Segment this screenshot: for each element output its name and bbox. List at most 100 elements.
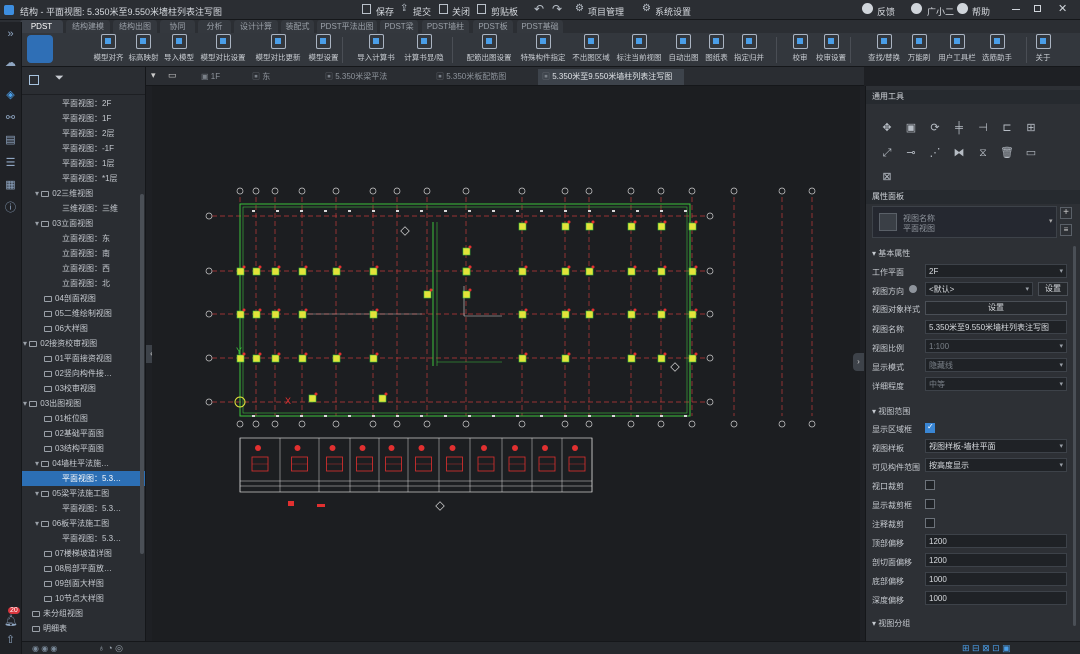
pin-icon[interactable]: ⊠: [880, 171, 894, 183]
tree-item[interactable]: ▾ 03出图视图: [22, 396, 145, 411]
view-template-select[interactable]: 视图样板-墙柱平面 ▾: [925, 439, 1067, 453]
tree-item[interactable]: ▾ 05梁平法施工图: [22, 486, 145, 501]
tree-item[interactable]: 平面视图：2层: [22, 126, 145, 141]
ribbon-button[interactable]: 不出图区域: [571, 34, 611, 66]
ribbon-tab[interactable]: 协同: [160, 20, 195, 33]
ribbon-button[interactable]: 模型设置: [307, 34, 340, 66]
ribbon-button[interactable]: 模型对齐: [92, 34, 125, 66]
system-settings-button[interactable]: 系统设置: [655, 5, 691, 18]
depth-offset-field[interactable]: 1000: [925, 591, 1067, 605]
ribbon-button[interactable]: 查找/替换: [867, 34, 901, 66]
status-snap-icons[interactable]: ⊞ ⊟ ⊠ ⊡ ▣: [962, 643, 1011, 654]
bottom-offset-field[interactable]: 1000: [925, 572, 1067, 586]
tree-item[interactable]: 01桩位图: [22, 411, 145, 426]
document-tab[interactable]: ▣ 东: [248, 69, 316, 85]
submit-icon[interactable]: ⇪: [400, 3, 408, 14]
tree-item[interactable]: 平面视图：5.3…: [22, 471, 145, 486]
work-plane-select[interactable]: 2F ▾: [925, 264, 1067, 278]
annotation-crop-checkbox[interactable]: [925, 518, 935, 528]
add-icon[interactable]: +: [1060, 207, 1072, 219]
tree-item[interactable]: 平面视图：2F: [22, 96, 145, 111]
ribbon-button[interactable]: 导入计算书: [356, 34, 396, 66]
align-icon[interactable]: ╪: [952, 122, 966, 134]
view-direction-settings-button[interactable]: 设置: [1038, 282, 1068, 296]
tree-item[interactable]: 平面视图：1F: [22, 111, 145, 126]
view-direction-select[interactable]: <默认> ▾: [925, 282, 1033, 296]
maximize-icon[interactable]: [1034, 5, 1041, 12]
tree-item[interactable]: 07楼梯坡道详图: [22, 546, 145, 561]
copy-icon[interactable]: ▣: [904, 122, 918, 134]
ribbon-tab[interactable]: 装配式: [281, 20, 314, 33]
object-style-button[interactable]: 设置: [925, 301, 1067, 315]
close-button[interactable]: 关闭: [452, 5, 470, 18]
menu-icon[interactable]: ≡: [1060, 224, 1072, 236]
clipboard-button[interactable]: 剪贴板: [491, 5, 518, 18]
document-tab[interactable]: ▣ 5.350米板配筋图: [432, 69, 534, 85]
system-settings-icon[interactable]: ⚙: [642, 3, 651, 14]
tree-item[interactable]: 09剖面大样图: [22, 576, 145, 591]
tree-item[interactable]: 平面视图：*1层: [22, 171, 145, 186]
section-basic[interactable]: ▾ 基本属性: [872, 248, 910, 259]
tree-item[interactable]: ▾ 06板平法施工图: [22, 516, 145, 531]
tree-item[interactable]: 03校审视图: [22, 381, 145, 396]
trim-icon[interactable]: ⋰: [928, 147, 942, 159]
chevron-down-icon[interactable]: ▾: [1049, 217, 1053, 225]
document-tab[interactable]: ▣ 5.350米至9.550米墙柱列表注写图: [538, 69, 684, 85]
ribbon-tab[interactable]: PDST墙柱: [422, 20, 469, 33]
ribbon-button[interactable]: 用户工具栏: [936, 34, 978, 66]
list-icon[interactable]: ☰: [4, 157, 17, 169]
mirror-axis-icon[interactable]: ⊏: [1000, 122, 1014, 134]
tree-item[interactable]: 03结构平面图: [22, 441, 145, 456]
visible-range-select[interactable]: 按高度显示 ▾: [925, 458, 1067, 472]
upload-icon[interactable]: ⇧: [4, 634, 17, 646]
redo-icon[interactable]: ↷: [552, 2, 562, 16]
ribbon-button[interactable]: 校审: [789, 34, 811, 66]
expand-icon[interactable]: »: [4, 28, 17, 40]
ribbon-tab[interactable]: PDST: [20, 20, 63, 33]
cube-icon[interactable]: ◈: [4, 89, 17, 101]
link-icon[interactable]: ⚯: [4, 112, 17, 124]
project-manage-button[interactable]: 项目管理: [588, 5, 624, 18]
drawing-canvas[interactable]: XY: [152, 86, 860, 641]
tree-item[interactable]: 明细表: [22, 621, 145, 636]
ribbon-button[interactable]: 配筋出图设置: [465, 34, 513, 66]
user-name[interactable]: 广小二: [927, 5, 954, 18]
tree-scrollbar[interactable]: [140, 194, 144, 554]
tree-item[interactable]: 平面视图：1层: [22, 156, 145, 171]
ribbon-button[interactable]: 指定归并: [733, 34, 765, 66]
undo-icon[interactable]: ↶: [534, 2, 544, 16]
show-region-checkbox[interactable]: [925, 422, 935, 433]
ribbon-button[interactable]: 校审设置: [815, 34, 847, 66]
cut-offset-field[interactable]: 1200: [925, 553, 1067, 567]
tree-item[interactable]: 平面视图：5.3…: [22, 501, 145, 516]
help-icon[interactable]: [957, 3, 968, 14]
panel-toggle-icon[interactable]: [29, 75, 39, 85]
floor-plan-drawing[interactable]: XY: [152, 86, 860, 641]
show-crop-checkbox[interactable]: [925, 499, 935, 509]
section-view-group[interactable]: ▾ 视图分组: [872, 618, 910, 629]
top-offset-field[interactable]: 1200: [925, 534, 1067, 548]
tree-item[interactable]: 08局部平面放…: [22, 561, 145, 576]
ribbon-button[interactable]: 模型对比更新: [253, 34, 303, 66]
section-view-range[interactable]: ▾ 视图范围: [872, 406, 910, 417]
tree-item[interactable]: 01平面接资视图: [22, 351, 145, 366]
tree-item[interactable]: 02基础平面图: [22, 426, 145, 441]
database-icon[interactable]: ▦: [4, 179, 17, 191]
ribbon-button[interactable]: 标注当前视图: [614, 34, 664, 66]
mirror-icon[interactable]: ⧓: [952, 147, 966, 159]
viewport-crop-checkbox[interactable]: [925, 480, 935, 490]
info-icon[interactable]: ⓘ: [4, 202, 17, 214]
measure-icon[interactable]: ▭: [1024, 147, 1038, 159]
tab-list-icon[interactable]: ▭: [168, 70, 177, 81]
split-icon[interactable]: ⊸: [904, 147, 918, 159]
ribbon-button[interactable]: 选筋助手: [981, 34, 1013, 66]
array-icon[interactable]: ⊞: [1024, 122, 1038, 134]
ribbon-button[interactable]: 图纸表: [704, 34, 729, 66]
tree-item[interactable]: 05二维绘制视图: [22, 306, 145, 321]
type-selector[interactable]: 视图名称 平面视图 ▾: [872, 206, 1057, 238]
collapse-right-panel-button[interactable]: ›: [853, 353, 864, 371]
display-mode-select[interactable]: 隐藏线 ▾: [925, 358, 1067, 372]
ribbon-button[interactable]: 万能刷: [907, 34, 931, 66]
tree-item[interactable]: 立面视图：东: [22, 231, 145, 246]
ribbon-tab[interactable]: 设计计算: [234, 20, 278, 33]
